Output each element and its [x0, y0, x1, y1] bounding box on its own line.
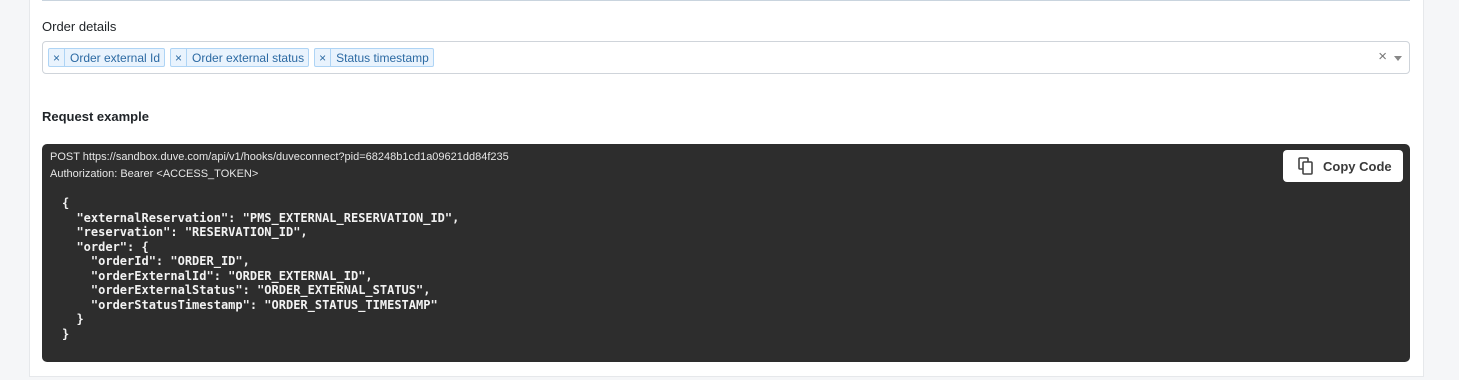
copy-icon [1298, 157, 1313, 175]
request-example-code-block: POST https://sandbox.duve.com/api/v1/hoo… [42, 144, 1410, 362]
tag-label: Order external Id [70, 50, 161, 65]
selected-tags: × Order external Id × Order external sta… [48, 48, 434, 67]
divider [42, 0, 1410, 1]
order-details-label: Order details [42, 19, 117, 34]
remove-tag-icon[interactable]: × [49, 49, 65, 66]
tag-label: Order external status [192, 50, 305, 65]
tag-label: Status timestamp [336, 50, 429, 65]
order-details-multiselect[interactable]: × Order external Id × Order external sta… [42, 41, 1410, 74]
copy-code-label: Copy Code [1323, 158, 1392, 174]
request-example-title: Request example [42, 109, 149, 124]
request-url-line: POST https://sandbox.duve.com/api/v1/hoo… [50, 151, 509, 163]
remove-tag-icon[interactable]: × [171, 49, 188, 66]
tag-status-timestamp: × Status timestamp [314, 48, 434, 67]
tag-order-external-id: × Order external Id [48, 48, 166, 67]
remove-tag-icon[interactable]: × [315, 49, 332, 66]
tag-order-external-status: × Order external status [170, 48, 310, 67]
copy-code-button[interactable]: Copy Code [1283, 150, 1403, 182]
clear-all-icon[interactable]: × [1378, 48, 1387, 65]
chevron-down-icon[interactable] [1394, 56, 1402, 61]
request-body-json: { "externalReservation": "PMS_EXTERNAL_R… [62, 196, 460, 341]
authorization-line: Authorization: Bearer <ACCESS_TOKEN> [50, 168, 259, 180]
